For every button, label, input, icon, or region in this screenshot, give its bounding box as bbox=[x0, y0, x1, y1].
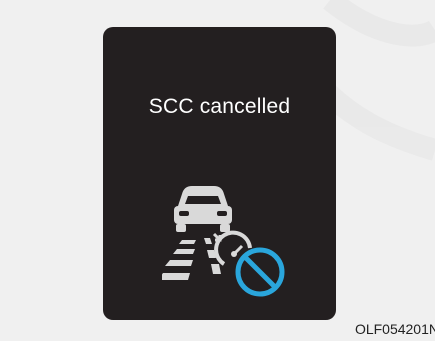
scc-status-message: SCC cancelled bbox=[148, 95, 291, 118]
car-icon bbox=[174, 186, 232, 232]
figure-code-label: OLF054201N bbox=[354, 321, 435, 337]
scc-cancelled-icon bbox=[162, 186, 285, 297]
cluster-display-panel: SCC cancelled bbox=[103, 27, 336, 320]
road-lane-icon bbox=[162, 238, 221, 280]
prohibited-icon bbox=[235, 247, 285, 297]
